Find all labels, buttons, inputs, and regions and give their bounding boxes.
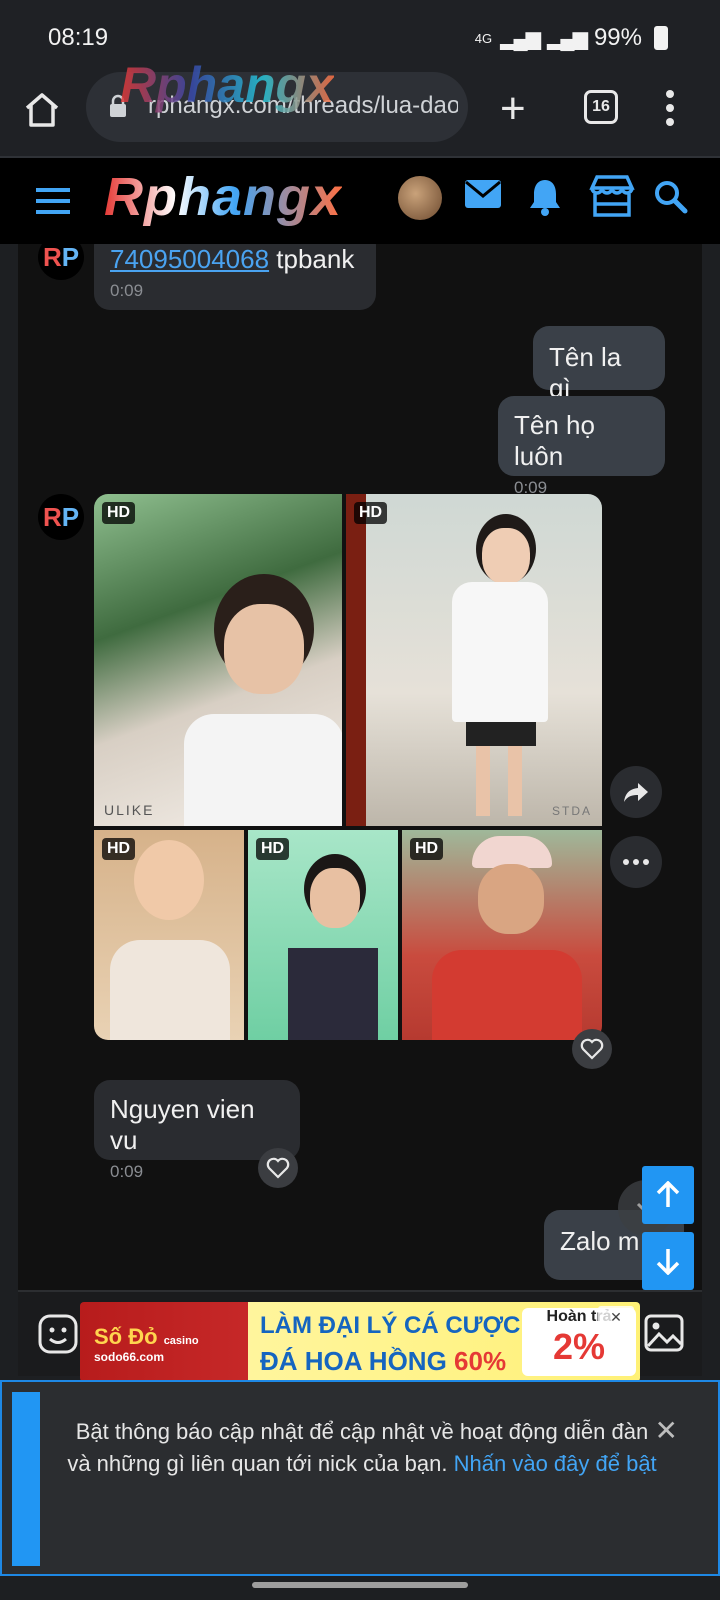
home-icon[interactable] <box>22 90 62 130</box>
hd-badge: HD <box>256 838 290 860</box>
notification-prompt: Bật thông báo cập nhật để cập nhật về ho… <box>0 1380 720 1576</box>
gesture-bar[interactable] <box>252 1582 468 1588</box>
hd-badge: HD <box>102 502 136 524</box>
photo-caption: ULIKE <box>104 802 155 818</box>
banner-ad[interactable]: Số Đỏ casino sodo66.com LÀM ĐẠI LÝ CÁ CƯ… <box>80 1302 640 1382</box>
network-label: 4G <box>474 30 493 46</box>
mail-icon[interactable] <box>464 178 502 210</box>
scroll-top-button[interactable] <box>642 1166 694 1224</box>
message-text: Tên họ luôn <box>514 410 595 471</box>
more-menu-icon[interactable] <box>664 88 676 128</box>
close-icon[interactable]: ✕ <box>655 1414 678 1447</box>
photo-caption: STDA <box>551 804 592 818</box>
message-bubble[interactable]: Nguyen vien vu 0:09 <box>94 1080 300 1181</box>
heart-icon <box>580 1038 604 1060</box>
battery-icon <box>654 26 668 50</box>
share-icon <box>624 783 648 802</box>
conversation-thread[interactable]: RP 74095004068 tpbank 0:09 Tên la gì Tên… <box>18 244 702 1290</box>
message-bubble[interactable]: 74095004068 tpbank 0:09 <box>94 244 376 310</box>
user-avatar[interactable] <box>398 176 442 220</box>
new-tab-button[interactable]: + <box>500 84 526 134</box>
store-icon[interactable] <box>588 174 636 218</box>
react-button[interactable] <box>258 1148 298 1188</box>
search-icon[interactable] <box>654 180 688 214</box>
sender-avatar[interactable]: RP <box>38 244 84 280</box>
hamburger-menu-icon[interactable] <box>36 188 70 214</box>
image-upload-icon[interactable] <box>644 1314 684 1352</box>
ad-close-icon[interactable]: ✕ <box>598 1306 634 1328</box>
message-time: 0:09 <box>110 281 144 300</box>
ad-brand: Số Đỏ casino sodo66.com <box>94 1324 199 1364</box>
message-text: Tên la gì <box>549 342 622 403</box>
photo-thumbnail[interactable]: HD STDA <box>346 494 602 826</box>
battery-percent: 99% <box>593 24 642 51</box>
emoji-icon[interactable] <box>38 1314 78 1354</box>
message-bubble-own[interactable]: Tên họ luôn 0:09 <box>498 396 665 497</box>
hd-badge: HD <box>354 502 388 524</box>
photo-thumbnail[interactable]: HD ULIKE <box>94 494 342 826</box>
ad-subheadline: ĐÁ HOA HỒNG 60% <box>260 1346 507 1376</box>
photo-thumbnail[interactable]: HD <box>248 830 398 1040</box>
address-bar[interactable]: rphangx.com/threads/lua-dao Rphangx <box>86 57 468 142</box>
arrow-down-icon <box>656 1249 680 1275</box>
notice-text: Bật thông báo cập nhật để cập nhật về ho… <box>67 1419 657 1476</box>
browser-toolbar: rphangx.com/threads/lua-dao Rphangx + 16 <box>0 57 720 158</box>
tab-switcher-button[interactable]: 16 <box>584 90 618 124</box>
signal-icon-2: ▂▄▆ <box>547 27 588 50</box>
site-header: Rphangx <box>0 158 720 244</box>
share-button[interactable] <box>610 766 662 818</box>
ellipsis-icon <box>623 859 649 865</box>
status-indicators: 4G ▂▄▆ ▂▄▆ 99% <box>475 24 668 52</box>
watermark-logo: Rphangx <box>120 57 334 113</box>
message-bubble-own[interactable]: Tên la gì <box>533 326 665 403</box>
arrow-up-icon <box>656 1181 680 1207</box>
signal-icon: ▂▄▆ <box>500 27 541 50</box>
hd-badge: HD <box>410 838 444 860</box>
sender-avatar[interactable]: RP <box>38 494 84 540</box>
enable-notifications-link[interactable]: Nhấn vào đây để bật <box>454 1451 657 1476</box>
hd-badge: HD <box>102 838 136 860</box>
site-logo[interactable]: Rphangx <box>104 166 342 228</box>
message-text: Nguyen vien vu <box>110 1094 255 1155</box>
photo-thumbnail[interactable]: HD <box>402 830 602 1040</box>
account-number-link[interactable]: 74095004068 <box>110 244 269 274</box>
status-bar: 08:19 4G ▂▄▆ ▂▄▆ 99% <box>0 0 720 72</box>
bell-icon[interactable] <box>528 178 562 216</box>
photo-thumbnail[interactable]: HD <box>94 830 244 1040</box>
more-options-button[interactable] <box>610 836 662 888</box>
react-button[interactable] <box>572 1029 612 1069</box>
scroll-bottom-button[interactable] <box>642 1232 694 1290</box>
bank-name: tpbank <box>269 244 355 274</box>
notice-accent-bar <box>12 1392 40 1566</box>
status-time: 08:19 <box>48 24 109 51</box>
heart-icon <box>266 1157 290 1179</box>
